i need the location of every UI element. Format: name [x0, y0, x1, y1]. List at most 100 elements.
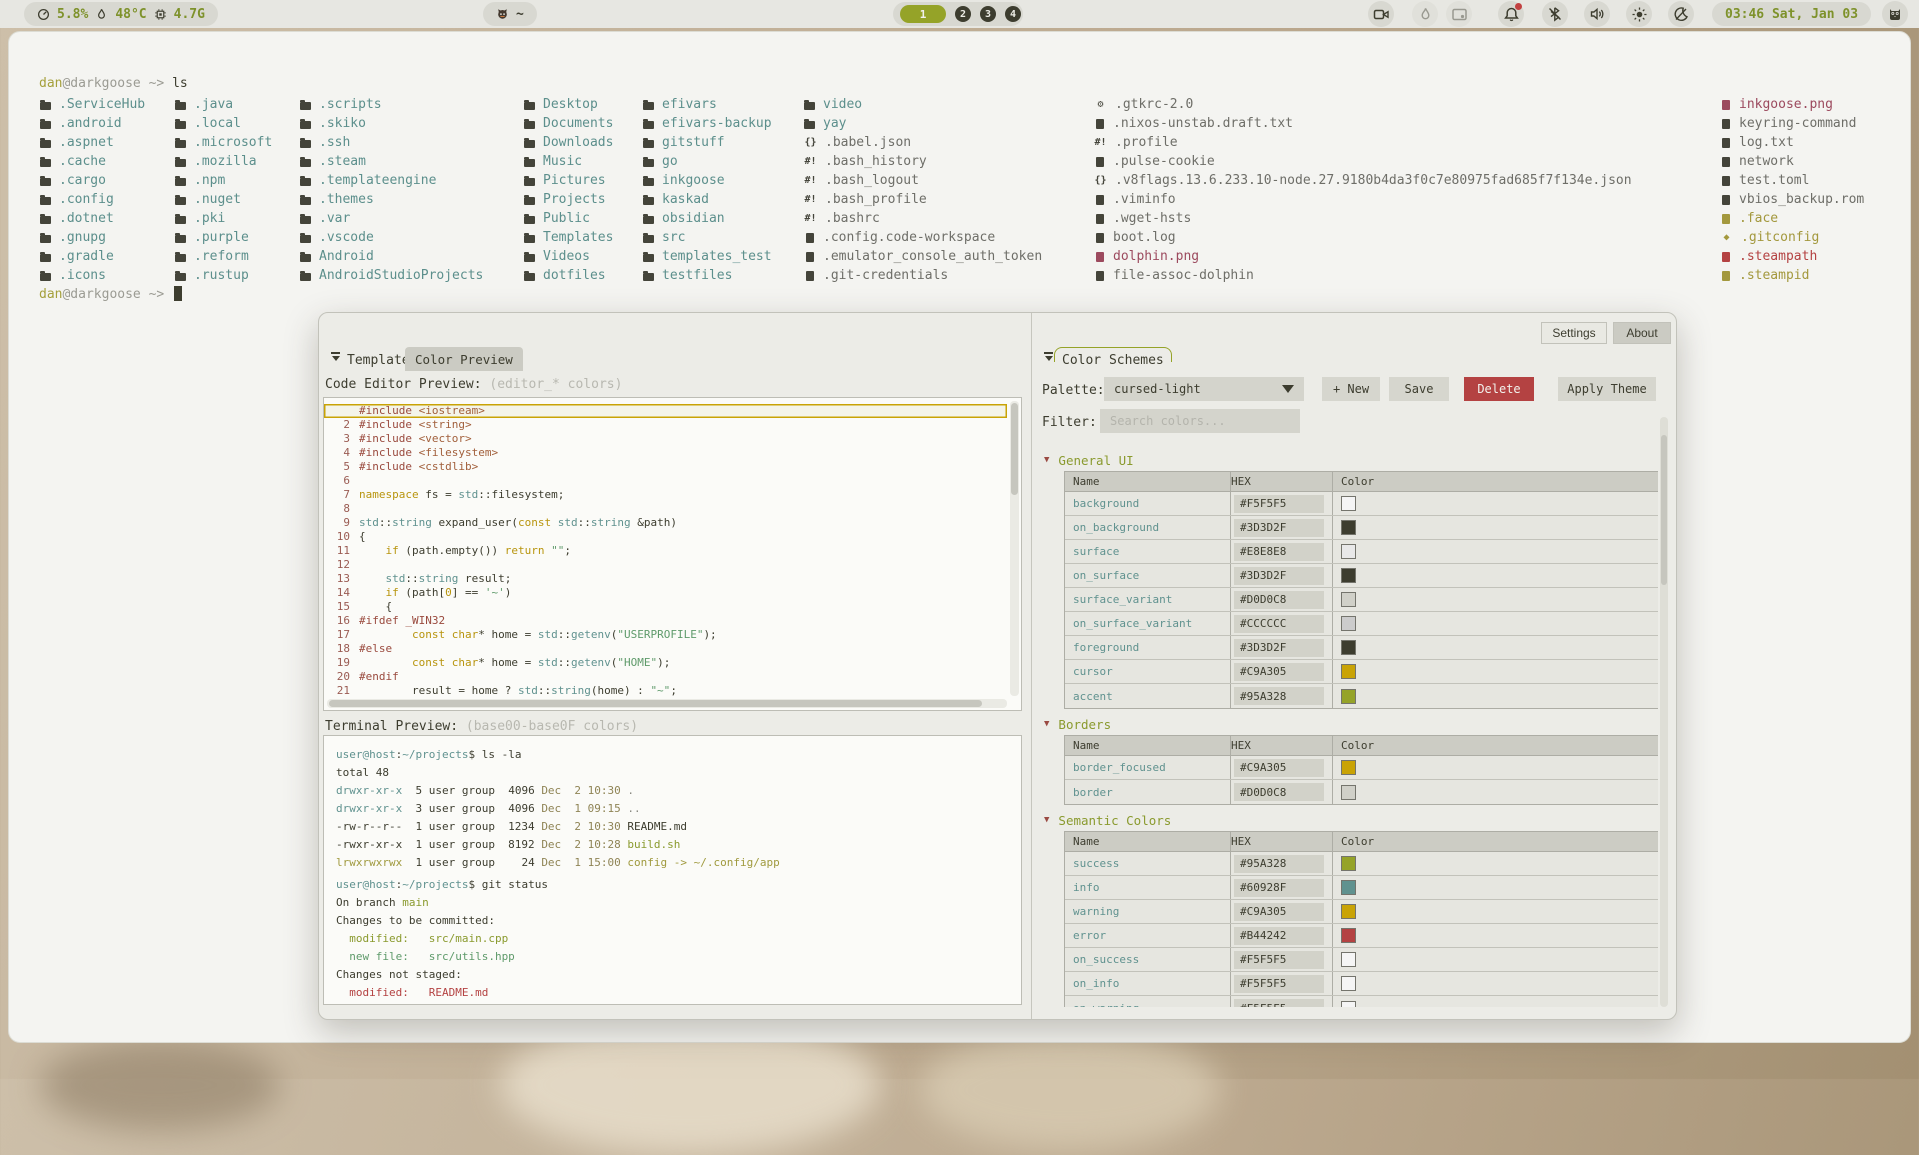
hex-value-field[interactable]: #D0D0C8 [1234, 783, 1324, 801]
file-name: .aspnet [59, 135, 114, 150]
file-entry: #!.bash_history [803, 152, 1042, 171]
folder-icon [642, 119, 655, 129]
brightness-button[interactable] [1626, 1, 1652, 27]
hex-value-field[interactable]: #95A328 [1234, 855, 1324, 873]
hex-value-field[interactable]: #D0D0C8 [1234, 591, 1324, 609]
clock[interactable]: 03:46 Sat, Jan 03 [1712, 2, 1871, 26]
column-header: Name [1065, 832, 1231, 851]
apply-theme-button[interactable]: Apply Theme [1558, 377, 1656, 401]
color-swatch[interactable] [1341, 520, 1356, 535]
color-swatch[interactable] [1341, 640, 1356, 655]
tab-color-preview[interactable]: Color Preview [405, 347, 523, 371]
hex-value-field[interactable]: #F5F5F5 [1234, 999, 1324, 1007]
color-swatch[interactable] [1341, 496, 1356, 511]
file-entry: file-assoc-dolphin [1093, 266, 1632, 285]
file-entry: .ssh [299, 133, 483, 152]
collapse-icon[interactable]: ▼ [1044, 453, 1049, 467]
color-swatch[interactable] [1341, 544, 1356, 559]
delete-button[interactable]: Delete [1464, 377, 1534, 401]
section-header[interactable]: ▼General UI [1044, 453, 1658, 467]
color-swatch[interactable] [1341, 760, 1356, 775]
folder-icon [174, 214, 187, 224]
hex-value-field[interactable]: #3D3D2F [1234, 567, 1324, 585]
hex-value-field[interactable]: #95A328 [1234, 687, 1324, 705]
app-path: ~ [516, 7, 524, 22]
new-palette-button[interactable]: + New [1322, 377, 1380, 401]
file-name: inkgoose.png [1739, 97, 1833, 112]
night-light-button[interactable] [1668, 1, 1694, 27]
section-header[interactable]: ▼Borders [1044, 717, 1658, 731]
collapse-icon[interactable] [1044, 352, 1053, 361]
collapse-icon[interactable]: ▼ [1044, 813, 1049, 827]
color-swatch[interactable] [1341, 616, 1356, 631]
system-stats-pill[interactable]: 5.8% 48°C 4.7G [24, 2, 218, 26]
color-swatch[interactable] [1341, 976, 1356, 991]
filter-input[interactable] [1100, 409, 1300, 433]
color-row: surface#E8E8E8 [1065, 540, 1658, 564]
scrollbar-thumb[interactable] [329, 700, 982, 707]
scrollbar-thumb[interactable] [1661, 435, 1667, 585]
color-swatch[interactable] [1341, 856, 1356, 871]
hex-value-field[interactable]: #3D3D2F [1234, 519, 1324, 537]
color-swatch[interactable] [1341, 592, 1356, 607]
hex-value-field[interactable]: #E8E8E8 [1234, 543, 1324, 561]
hex-value-field[interactable]: #B44242 [1234, 927, 1324, 945]
collapse-icon[interactable] [331, 352, 340, 361]
volume-button[interactable] [1584, 1, 1610, 27]
shell-prompt-active[interactable]: dan@darkgoose ~> [39, 286, 182, 302]
color-swatch[interactable] [1341, 664, 1356, 679]
line-number: 2 [324, 418, 359, 432]
screen-lock-icon [1451, 6, 1468, 23]
hex-value-field[interactable]: #C9A305 [1234, 759, 1324, 777]
line-number: 9 [324, 516, 359, 530]
hex-value-field[interactable]: #C9A305 [1234, 663, 1324, 681]
color-swatch[interactable] [1341, 952, 1356, 967]
workspace-4[interactable]: 4 [1005, 6, 1021, 22]
color-swatch[interactable] [1341, 689, 1356, 704]
collapse-icon[interactable]: ▼ [1044, 717, 1049, 731]
hex-value-field[interactable]: #C9A305 [1234, 903, 1324, 921]
save-button[interactable]: Save [1389, 377, 1449, 401]
color-swatch[interactable] [1341, 928, 1356, 943]
workspace-3[interactable]: 3 [980, 6, 996, 22]
color-row: success#95A328 [1065, 852, 1658, 876]
hex-value-field[interactable]: #F5F5F5 [1234, 495, 1324, 513]
hex-value-field[interactable]: #60928F [1234, 879, 1324, 897]
notifications-button[interactable] [1498, 1, 1524, 27]
disabled-lockscreen-button[interactable] [1446, 1, 1472, 27]
file-entry: .templateengine [299, 171, 483, 190]
color-swatch[interactable] [1341, 785, 1356, 800]
color-swatch[interactable] [1341, 880, 1356, 895]
clock-text: 03:46 Sat, Jan 03 [1725, 7, 1858, 22]
workspace-2[interactable]: 2 [955, 6, 971, 22]
owl-tray-button[interactable] [1882, 1, 1908, 27]
color-swatch[interactable] [1341, 904, 1356, 919]
terminal-app-pill[interactable]: ~ [483, 2, 537, 26]
line-number: 4 [324, 446, 359, 460]
file-name: .gitconfig [1741, 230, 1819, 245]
code-line: 4#include <filesystem> [324, 446, 1007, 460]
sections-scrollbar[interactable] [1660, 417, 1668, 1007]
hex-value-field[interactable]: #3D3D2F [1234, 639, 1324, 657]
code-line: 17 const char* home = std::getenv("USERP… [324, 628, 1007, 642]
code-horizontal-scrollbar[interactable] [327, 699, 1007, 708]
file-entry: .icons [39, 266, 145, 285]
code-vertical-scrollbar[interactable] [1010, 401, 1019, 696]
color-name: foreground [1065, 636, 1231, 659]
scrollbar-thumb[interactable] [1011, 403, 1018, 495]
disabled-flame-button[interactable] [1412, 1, 1438, 27]
bluetooth-button[interactable] [1542, 1, 1568, 27]
color-swatch[interactable] [1341, 1001, 1356, 1008]
hex-value-field[interactable]: #CCCCCC [1234, 615, 1324, 633]
palette-dropdown[interactable]: cursed-light [1104, 377, 1304, 401]
color-name: cursor [1065, 660, 1231, 683]
terminal-preview-line: user@host:~/projects$ git status [336, 876, 1021, 894]
hex-value-field[interactable]: #F5F5F5 [1234, 975, 1324, 993]
screen-record-button[interactable] [1368, 1, 1394, 27]
color-name: border [1065, 780, 1231, 804]
section-header[interactable]: ▼Semantic Colors [1044, 813, 1658, 827]
hex-value-field[interactable]: #F5F5F5 [1234, 951, 1324, 969]
color-swatch[interactable] [1341, 568, 1356, 583]
workspace-1[interactable]: 1 [900, 5, 946, 23]
terminal-preview-line: Changes not staged: [336, 966, 1021, 984]
